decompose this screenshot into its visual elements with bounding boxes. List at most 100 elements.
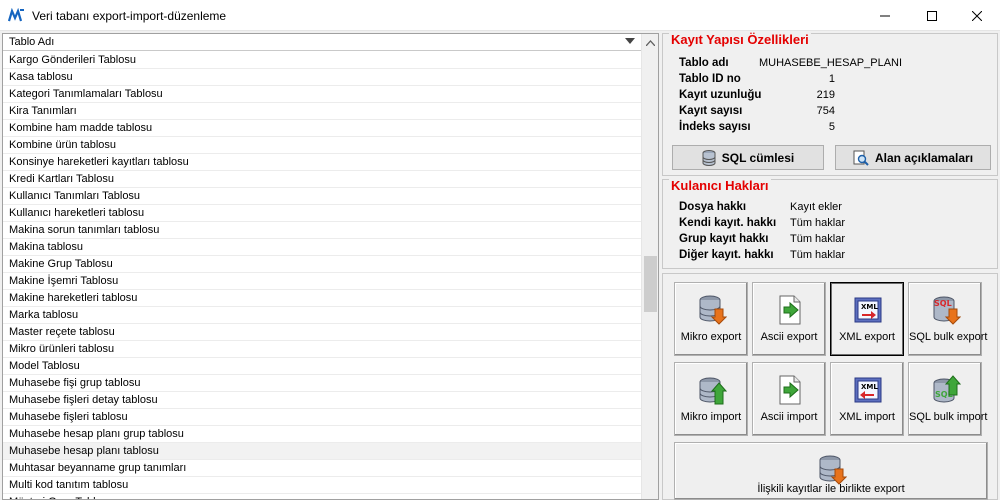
table-row[interactable]: Makina sorun tanımları tablosu bbox=[3, 222, 641, 239]
table-name-label: Tablo adı bbox=[679, 57, 729, 69]
document-import-icon bbox=[779, 375, 801, 405]
scroll-up-button[interactable] bbox=[642, 34, 658, 51]
maximize-icon bbox=[927, 10, 937, 21]
table-row[interactable]: Makina tablosu bbox=[3, 239, 641, 256]
sql-export-icon: SQL bbox=[933, 296, 961, 325]
svg-text:SQL: SQL bbox=[934, 299, 952, 308]
file-right-label: Dosya hakkı bbox=[679, 201, 747, 213]
user-rights-title: Kulanıcı Hakları bbox=[669, 178, 771, 193]
table-row[interactable]: Muhasebe hesap planı grup tablosu bbox=[3, 426, 641, 443]
file-right-value: Kayıt ekler bbox=[790, 201, 842, 213]
xml-import-icon: XML bbox=[854, 377, 882, 403]
table-row[interactable]: Model Tablosu bbox=[3, 358, 641, 375]
sql-import-icon: SQL bbox=[933, 375, 961, 403]
sql-bulk-export-button[interactable]: SQL SQL bulk export bbox=[908, 282, 988, 356]
related-records-export-label: İlişkili kayıtlar ile birlikte export bbox=[757, 483, 905, 495]
table-row[interactable]: Kargo Gönderileri Tablosu bbox=[3, 52, 641, 69]
mikro-export-button[interactable]: Mikro export bbox=[674, 282, 748, 356]
table-row[interactable]: Konsinye hareketleri kayıtları tablosu bbox=[3, 154, 641, 171]
sql-bulk-import-label: SQL bulk import bbox=[909, 411, 988, 423]
table-row[interactable]: Kombine ham madde tablosu bbox=[3, 120, 641, 137]
record-count-label: Kayıt sayısı bbox=[679, 105, 743, 117]
table-list-body: Kargo Gönderileri Tablosu Kasa tablosu Kat… bbox=[3, 52, 641, 499]
table-row[interactable]: Muhasebe fişleri detay tablosu bbox=[3, 392, 641, 409]
chevron-up-icon bbox=[646, 39, 655, 46]
sql-statement-button[interactable]: SQL cümlesi bbox=[672, 145, 824, 170]
xml-export-icon: XML bbox=[854, 297, 882, 323]
close-button[interactable] bbox=[954, 0, 1000, 31]
database-export-icon bbox=[819, 455, 847, 485]
table-row[interactable]: Kombine ürün tablosu bbox=[3, 137, 641, 154]
mikro-import-button[interactable]: Mikro import bbox=[674, 362, 748, 436]
other-record-right-label: Diğer kayıt. hakkı bbox=[679, 249, 774, 261]
database-export-icon bbox=[699, 295, 727, 325]
related-records-export-button[interactable]: İlişkili kayıtlar ile birlikte export bbox=[674, 442, 988, 500]
table-row[interactable]: Kullanıcı hareketleri tablosu bbox=[3, 205, 641, 222]
record-length-value: 219 bbox=[816, 89, 835, 101]
app-logo-icon bbox=[8, 8, 24, 22]
table-row[interactable]: Multi kod tanıtım tablosu bbox=[3, 477, 641, 494]
index-count-label: İndeks sayısı bbox=[679, 121, 751, 133]
search-document-icon bbox=[853, 150, 869, 166]
table-row[interactable]: Kullanıcı Tanımları Tablosu bbox=[3, 188, 641, 205]
table-row[interactable]: Master reçete tablosu bbox=[3, 324, 641, 341]
table-id-value: 1 bbox=[828, 73, 835, 85]
table-row[interactable]: Kira Tanımları bbox=[3, 103, 641, 120]
table-row[interactable]: Muhasebe fişleri tablosu bbox=[3, 409, 641, 426]
title-bar: Veri tabanı export-import-düzenleme bbox=[0, 0, 1000, 31]
ascii-import-button[interactable]: Ascii import bbox=[752, 362, 826, 436]
ascii-export-button[interactable]: Ascii export bbox=[752, 282, 826, 356]
field-descriptions-button[interactable]: Alan açıklamaları bbox=[835, 145, 991, 170]
column-header-table-name[interactable]: Tablo Adı bbox=[3, 34, 641, 51]
table-row[interactable]: Marka tablosu bbox=[3, 307, 641, 324]
minimize-icon bbox=[880, 15, 890, 16]
table-id-label: Tablo ID no bbox=[679, 73, 741, 85]
database-import-icon bbox=[699, 377, 727, 405]
user-rights-group: Kulanıcı Hakları Dosya hakkı Kayıt ekler… bbox=[662, 178, 998, 269]
sql-statement-label: SQL cümlesi bbox=[721, 150, 795, 165]
vertical-scrollbar[interactable] bbox=[641, 34, 658, 499]
table-row[interactable]: Muhasebe hesap planı tablosu bbox=[3, 443, 641, 460]
column-header-label: Tablo Adı bbox=[9, 36, 55, 48]
ascii-export-label: Ascii export bbox=[760, 331, 818, 343]
record-count-value: 754 bbox=[816, 105, 835, 117]
table-row[interactable]: Kredi Kartları Tablosu bbox=[3, 171, 641, 188]
table-row[interactable]: Makine İşemri Tablosu bbox=[3, 273, 641, 290]
xml-export-label: XML export bbox=[839, 331, 895, 343]
table-list[interactable]: Tablo Adı Kargo Gönderileri Tablosu Kasa … bbox=[2, 33, 659, 500]
minimize-button[interactable] bbox=[862, 0, 908, 31]
sql-bulk-import-button[interactable]: SQL SQL bulk import bbox=[908, 362, 988, 436]
own-record-right-value: Tüm haklar bbox=[790, 217, 846, 229]
xml-import-label: XML import bbox=[839, 411, 895, 423]
sort-down-icon bbox=[625, 38, 635, 44]
table-row[interactable]: Muhasebe fişi grup tablosu bbox=[3, 375, 641, 392]
table-row[interactable]: Kasa tablosu bbox=[3, 69, 641, 86]
table-row[interactable]: Makine hareketleri tablosu bbox=[3, 290, 641, 307]
table-row[interactable]: Müşteri Grup Tablosu bbox=[3, 494, 641, 499]
svg-text:XML: XML bbox=[861, 383, 878, 391]
scrollbar-thumb[interactable] bbox=[644, 256, 657, 312]
xml-import-button[interactable]: XML XML import bbox=[830, 362, 904, 436]
table-row[interactable]: Mikro ürünleri tablosu bbox=[3, 341, 641, 358]
record-properties-title: Kayıt Yapısı Özellikleri bbox=[669, 32, 811, 47]
table-row[interactable]: Makine Grup Tablosu bbox=[3, 256, 641, 273]
ascii-import-label: Ascii import bbox=[760, 411, 818, 423]
group-record-right-label: Grup kayıt hakkı bbox=[679, 233, 769, 245]
window-title: Veri tabanı export-import-düzenleme bbox=[32, 9, 227, 23]
table-row[interactable]: Muhtasar beyanname grup tanımları bbox=[3, 460, 641, 477]
xml-export-button[interactable]: XML XML export bbox=[830, 282, 904, 356]
close-icon bbox=[972, 10, 982, 21]
maximize-button[interactable] bbox=[909, 0, 955, 31]
svg-text:XML: XML bbox=[861, 303, 878, 311]
own-record-right-label: Kendi kayıt. hakkı bbox=[679, 217, 777, 229]
table-row[interactable]: Kategori Tanımlamaları Tablosu bbox=[3, 86, 641, 103]
sql-bulk-export-label: SQL bulk export bbox=[909, 331, 988, 343]
document-export-icon bbox=[779, 295, 801, 325]
export-import-group: Mikro export Ascii export XML XML export… bbox=[662, 273, 998, 500]
index-count-value: 5 bbox=[828, 121, 835, 133]
mikro-export-label: Mikro export bbox=[680, 331, 742, 343]
mikro-import-label: Mikro import bbox=[680, 411, 742, 423]
record-length-label: Kayıt uzunluğu bbox=[679, 89, 762, 101]
table-name-value: MUHASEBE_HESAP_PLANI bbox=[759, 57, 903, 69]
database-icon bbox=[702, 149, 716, 166]
